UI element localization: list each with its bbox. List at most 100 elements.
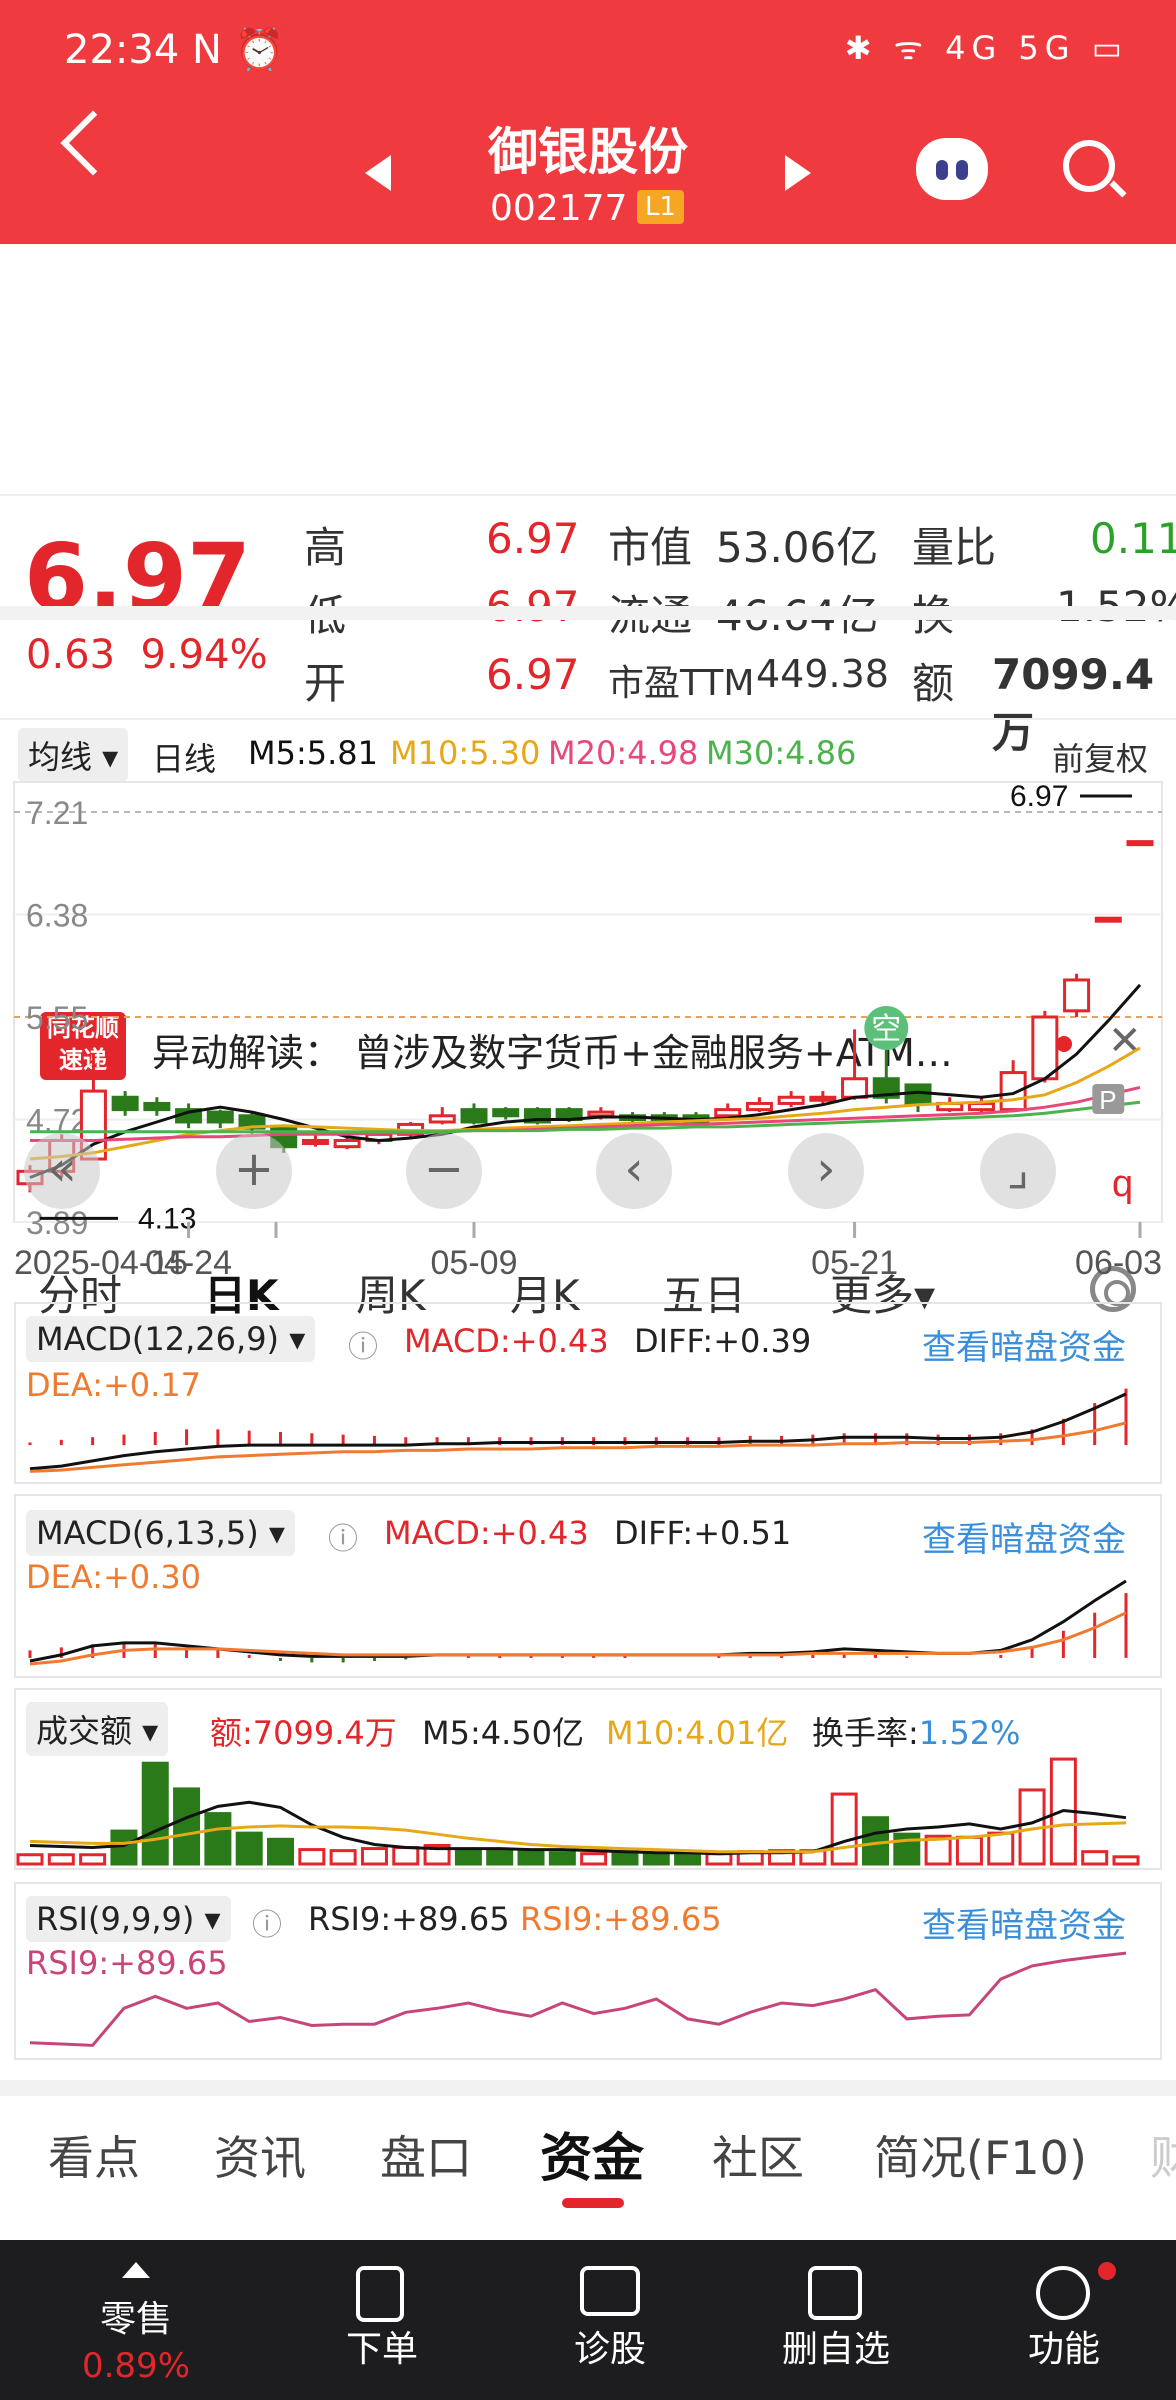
order-button[interactable]: 下单 [302,2320,462,2372]
rsi-selector[interactable]: RSI(9,9,9) ▾ [26,1896,231,1942]
tab-news[interactable]: 资讯 [214,2122,306,2188]
amount-selector[interactable]: 成交额 ▾ [26,1702,169,1756]
period-tabs: 分时 日K 周K 月K 五日 更多▾ [0,620,1176,1338]
x-tick-label: 04-24 [145,1244,232,1282]
amount-bar [861,1816,889,1866]
candle-body [428,1114,456,1124]
diagnose-icon[interactable] [580,2266,640,2316]
macd-line-dea [29,1611,1127,1666]
next-stock-icon[interactable] [785,155,811,191]
tab-f10[interactable]: 简况(F10) [874,2122,1087,2188]
status-time: 22:34 N ⏰ [64,27,285,73]
zoom-out-button[interactable]: − [406,1133,482,1209]
candle-body [301,1138,329,1145]
tab-highlights[interactable]: 看点 [48,2122,140,2188]
amount-m5: M5:4.50亿 [422,1714,585,1752]
search-icon[interactable] [1063,140,1115,192]
retail-pct: 0.89% [81,2346,190,2386]
zoom-in-button[interactable]: + [216,1133,292,1209]
x-tick-label: 05-09 [431,1244,518,1282]
notification-dot-icon [1098,2262,1116,2280]
candle-body [111,1095,139,1112]
p-badge-label: P [1099,1085,1116,1115]
stock-code: 002177 [490,188,628,229]
amount-bar [486,1849,514,1866]
m30-legend: M30:4.86 [706,734,857,772]
amount-bar [674,1853,702,1866]
candle-body [333,1138,361,1149]
candle-body [587,1110,615,1118]
short-signal-label: 空 [871,1012,901,1047]
fullscreen-button[interactable]: ⌟ [980,1133,1056,1209]
help-icon[interactable]: ⓘ [348,1322,378,1366]
dark-pool-link[interactable]: 查看暗盘资金 [922,1320,1126,1369]
dark-pool-link[interactable]: 查看暗盘资金 [922,1512,1126,1561]
remove-watchlist-icon[interactable] [808,2266,862,2320]
diagnose-button[interactable]: 诊股 [530,2320,690,2372]
turnover-rate-value: 1.52% [918,1714,1021,1752]
y-tick-label: 3.89 [26,1205,88,1241]
rsi-value-2: RSI9:+89.65 [520,1900,722,1938]
news-banner[interactable]: 同花顺 速递 异动解读： 曾涉及数字货币+金融服务+ATM… ✕ [0,494,1176,1080]
rsi-value-1: RSI9:+89.65 [308,1900,510,1938]
adjust-type[interactable]: 前复权 [1052,734,1148,780]
scroll-left-button[interactable]: ‹ [596,1133,672,1209]
amount-bar [705,1852,733,1866]
macd1-selector[interactable]: MACD(12,26,9) ▾ [26,1316,316,1362]
robot-assistant-icon[interactable] [916,138,988,200]
amount-bar [1081,1850,1109,1866]
macd2-selector[interactable]: MACD(6,13,5) ▾ [26,1510,295,1556]
quote-panel: 6.97 0.63 9.94% 高 6.97 低 6.97 开 6.97 市值 … [0,244,1176,757]
amount-bar [204,1812,232,1866]
macd1-diff: DIFF:+0.39 [634,1322,812,1360]
amount-bar [16,1853,44,1866]
help-icon[interactable]: ⓘ [328,1514,358,1558]
amount-bar [47,1853,75,1866]
turnover-rate-label: 换手率:1.52% [812,1708,1020,1754]
candle-body [714,1108,742,1118]
status-icons: ✱ ᯤ 4G 5G ▭ [844,29,1128,67]
x-tick-label: 05-21 [811,1244,898,1282]
order-icon[interactable] [356,2266,404,2322]
help-icon[interactable]: ⓘ [252,1900,282,1944]
tab-finance[interactable]: 财 [1150,2122,1176,2188]
kline-chart[interactable]: 7.216.385.554.723.896.974.13空Pq2025-04-1… [0,776,1176,1288]
tab-orderbook[interactable]: 盘口 [380,2122,472,2188]
candle-body [967,1101,995,1112]
divider [0,606,1176,620]
amount-bar [267,1837,295,1866]
y-tick-label: 5.55 [26,1000,88,1036]
rsi-chart [29,1951,1127,2047]
amount-bar [235,1831,263,1866]
macd2-chart [28,1579,1128,1666]
m10-legend: M10:5.30 [390,734,541,772]
remove-watchlist-button[interactable]: 删自选 [756,2320,916,2372]
scroll-right-button[interactable]: › [788,1133,864,1209]
amount-bar [79,1853,107,1866]
candle-body [492,1108,520,1118]
retail-label[interactable]: 零售 [56,2290,216,2342]
amount-bar [830,1792,858,1866]
amount-bar [642,1852,670,1866]
scroll-to-start-button[interactable]: « [24,1133,100,1209]
tab-funds[interactable]: 资金 [540,2116,644,2191]
amount-m10: M10:4.01亿 [606,1714,789,1752]
menu-icon[interactable] [1036,2266,1090,2320]
amount-bar [580,1852,608,1866]
amount-bar [110,1829,138,1866]
amount-bar [141,1761,169,1866]
m5-legend: M5:5.81 [248,734,378,772]
function-button[interactable]: 功能 [984,2320,1144,2372]
ma-line-m10 [29,1046,1141,1161]
candle-body [460,1108,488,1124]
candle-body [206,1110,234,1124]
amount-bar [548,1851,576,1866]
amount-bar [329,1849,357,1866]
m20-legend: M20:4.98 [548,734,699,772]
candle-body [1094,916,1122,923]
tab-community[interactable]: 社区 [712,2122,804,2188]
expand-up-icon[interactable] [122,2262,150,2278]
ma-selector[interactable]: 均线 ▾ [18,728,129,782]
candle-body [143,1101,171,1112]
amount-bar [955,1835,983,1866]
